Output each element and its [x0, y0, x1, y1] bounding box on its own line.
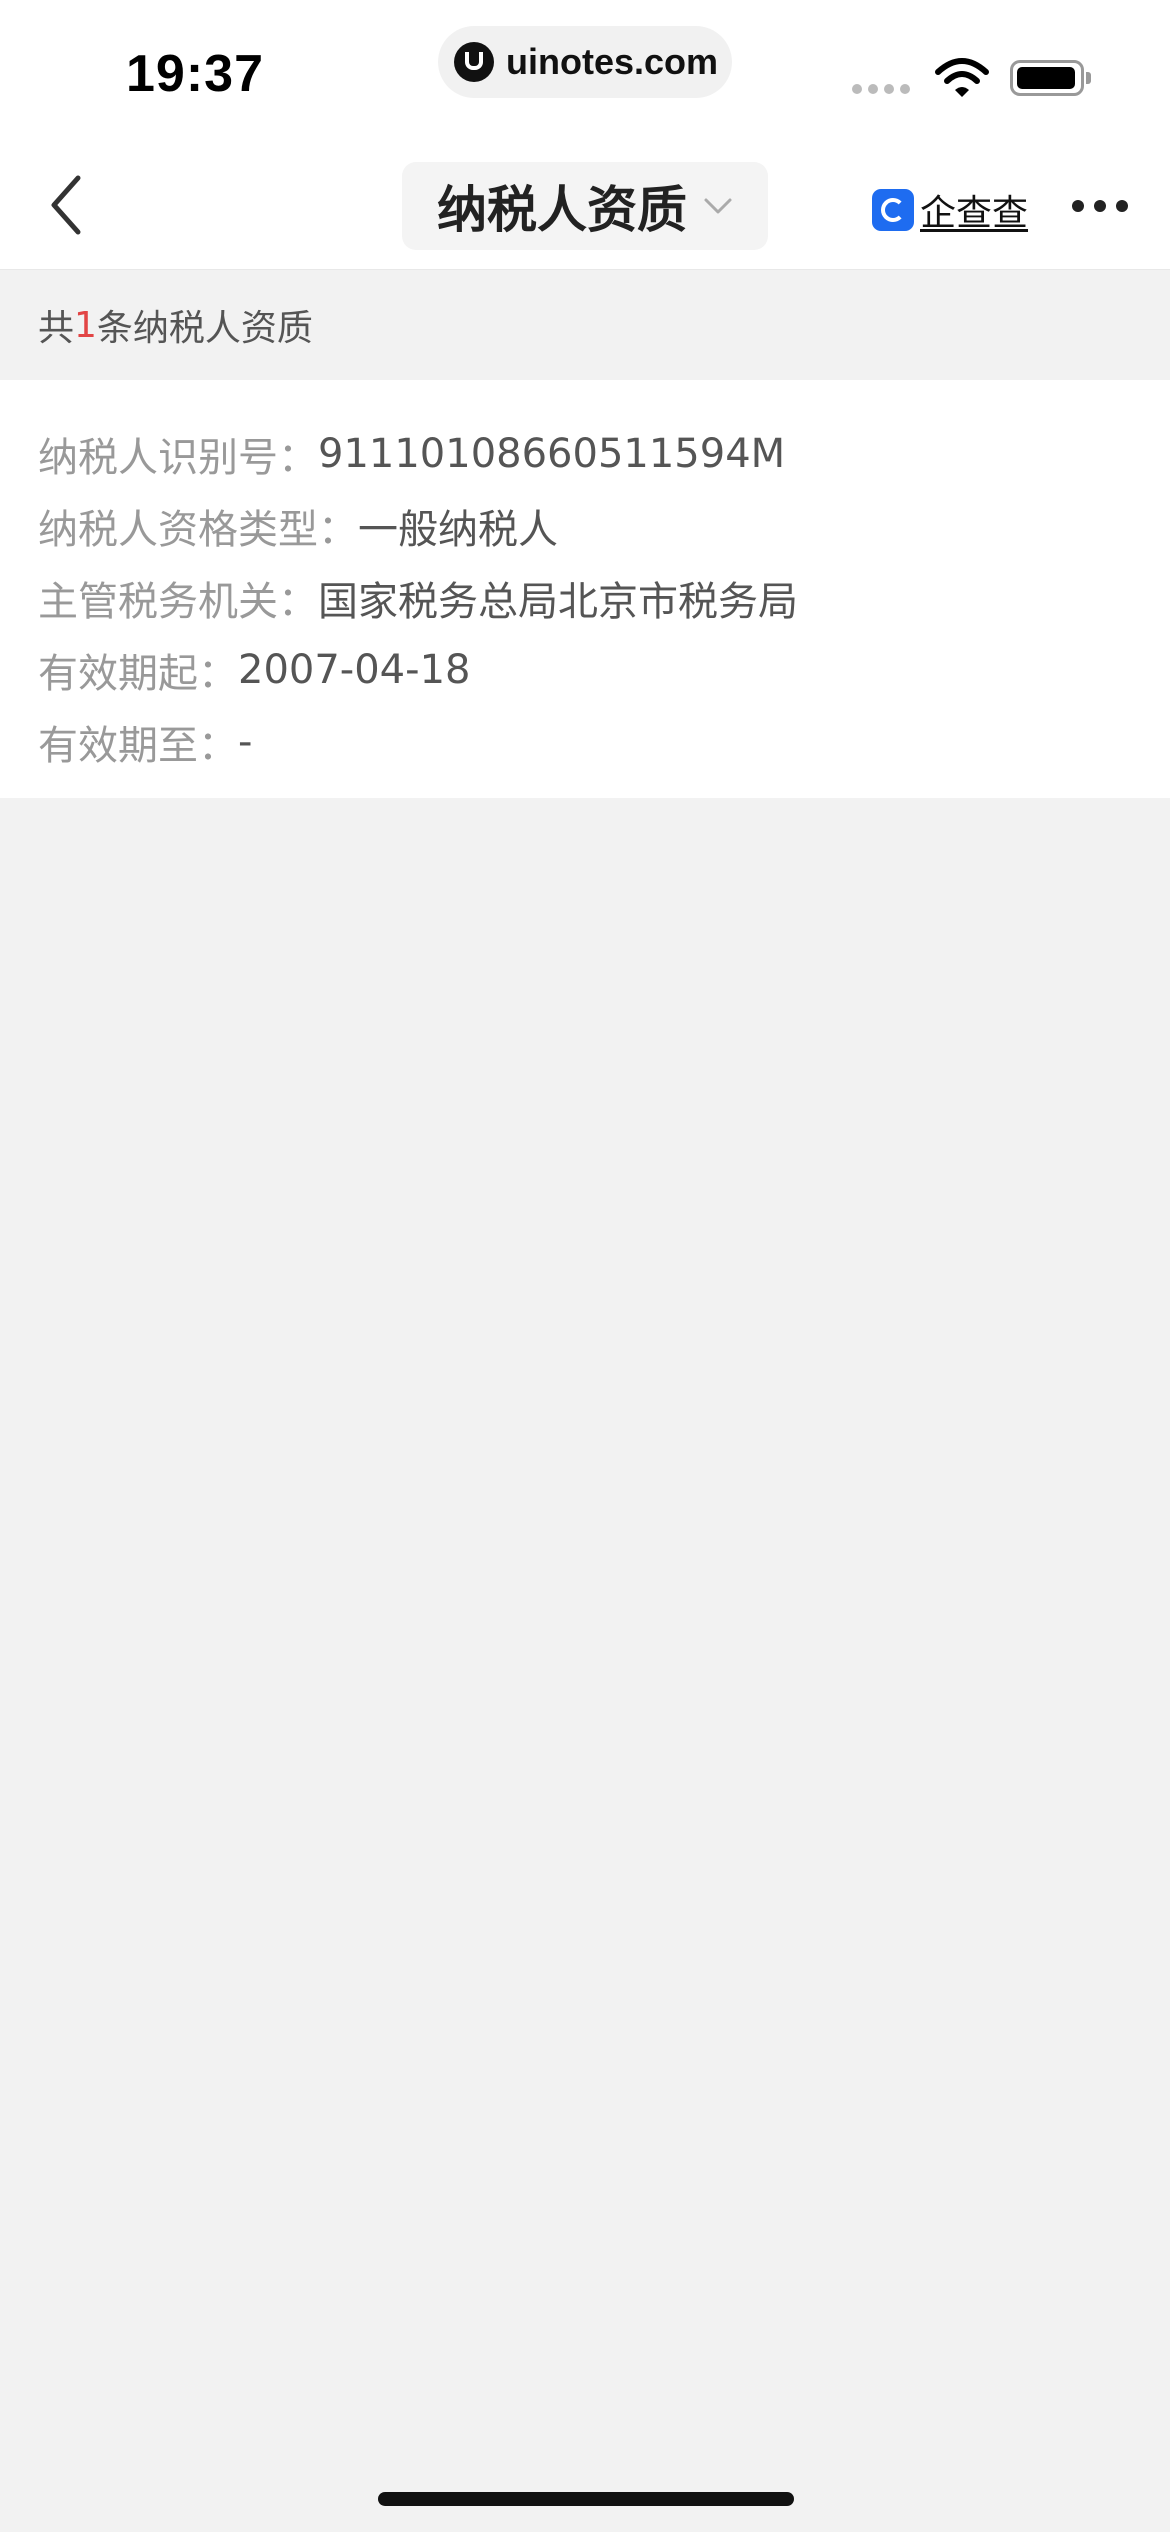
taxpayer-qualification-card: 纳税人识别号： 91110108660511594M 纳税人资格类型： 一般纳税… — [0, 380, 1170, 798]
cellular-signal-icon — [852, 84, 910, 94]
detail-label: 有效期至： — [38, 723, 238, 769]
chevron-down-icon — [704, 198, 732, 214]
home-indicator[interactable] — [378, 2492, 794, 2506]
detail-row-taxpayer-type: 纳税人资格类型： 一般纳税人 — [38, 490, 1132, 562]
url-text: uinotes.com — [506, 41, 719, 82]
detail-label: 纳税人资格类型： — [38, 507, 358, 553]
url-pill[interactable]: uinotes.com — [438, 26, 732, 98]
page-title-dropdown[interactable]: 纳税人资质 — [402, 162, 768, 250]
record-count-bar: 共 1 条纳税人资质 — [0, 270, 1170, 380]
count-prefix: 共 — [38, 308, 75, 349]
detail-row-tax-authority: 主管税务机关： 国家税务总局北京市税务局 — [38, 562, 1132, 634]
status-time: 19:37 — [126, 45, 264, 103]
battery-icon — [1010, 60, 1091, 96]
site-logo-icon — [454, 42, 494, 82]
more-dots-icon[interactable] — [1072, 200, 1128, 212]
nav-bar: 纳税人资质 企查查 — [0, 140, 1170, 270]
detail-value: 国家税务总局北京市税务局 — [318, 579, 798, 625]
chevron-left-icon[interactable] — [40, 170, 100, 240]
detail-row-valid-to: 有效期至： - — [38, 706, 1132, 778]
status-bar: 19:37 uinotes.com — [0, 0, 1170, 140]
detail-value: 2007-04-18 — [238, 647, 471, 693]
qichacha-logo-icon — [872, 189, 914, 231]
detail-value: 一般纳税人 — [358, 507, 558, 553]
brand-name: 企查查 — [920, 193, 1029, 234]
count-number: 1 — [74, 304, 97, 346]
detail-label: 纳税人识别号： — [38, 435, 318, 481]
count-suffix: 条纳税人资质 — [96, 308, 313, 349]
detail-value: 91110108660511594M — [318, 431, 786, 477]
detail-label: 主管税务机关： — [38, 579, 318, 625]
brand-link[interactable]: 企查查 — [872, 184, 1028, 236]
detail-value: - — [238, 719, 253, 765]
detail-row-valid-from: 有效期起： 2007-04-18 — [38, 634, 1132, 706]
detail-row-taxpayer-id: 纳税人识别号： 91110108660511594M — [38, 418, 1132, 490]
page-title: 纳税人资质 — [437, 181, 687, 239]
wifi-icon — [935, 58, 989, 97]
detail-label: 有效期起： — [38, 651, 238, 697]
